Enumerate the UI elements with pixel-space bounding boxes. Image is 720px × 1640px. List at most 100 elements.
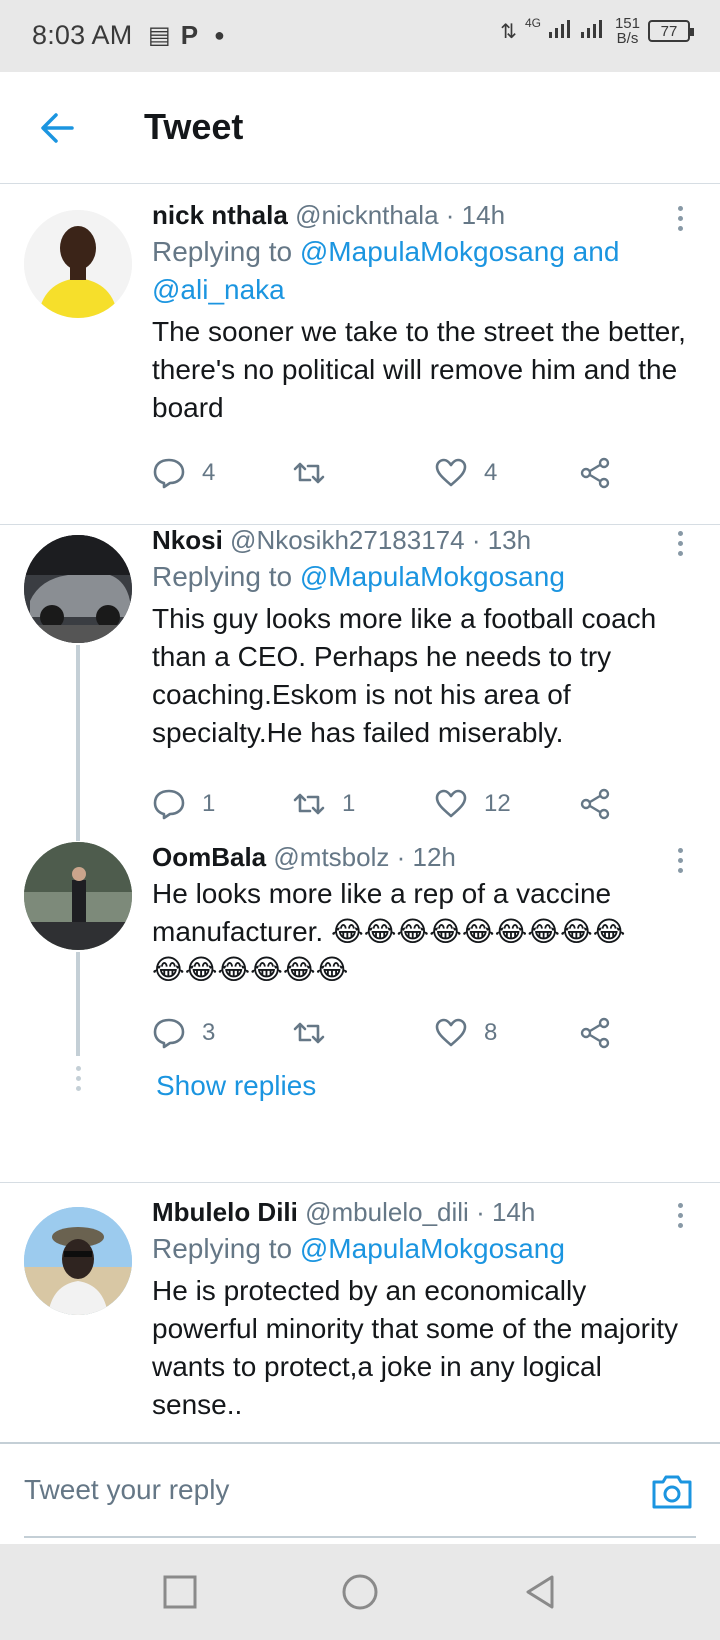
show-replies-link[interactable]: Show replies <box>156 1070 316 1102</box>
replies-feed[interactable]: nick nthala @nicknthala · 14h Replying t… <box>0 186 720 1442</box>
retweet-count: 1 <box>342 790 356 817</box>
like-button[interactable]: 4 <box>434 456 497 490</box>
tweet-time: · 12h <box>396 842 456 872</box>
share-icon <box>580 457 610 489</box>
author-name[interactable]: nick nthala <box>152 200 288 230</box>
more-notifications-dot-icon: ● <box>214 25 225 45</box>
tweet-nkosi[interactable]: Nkosi @Nkosikh27183174 · 13h Replying to… <box>0 525 720 841</box>
reply-button[interactable]: 1 <box>152 787 215 821</box>
tweet-meta: Nkosi @Nkosikh27183174 · 13h <box>152 525 696 556</box>
replying-to-label: Replying to <box>152 1233 293 1264</box>
speed-unit: B/s <box>616 30 639 47</box>
avatar[interactable] <box>24 210 132 318</box>
back-button[interactable] <box>36 106 80 150</box>
tweet-text-line: manufacturer. 😂😂😂😂😂😂😂😂😂 <box>152 916 626 947</box>
share-button[interactable] <box>578 456 612 490</box>
status-bar: 8:03 AM ▤ P ● ⇅ 4G 151 B/s 77 <box>0 0 720 72</box>
mention-link[interactable]: @MapulaMokgosang <box>300 561 565 592</box>
home-button[interactable] <box>340 1572 380 1612</box>
battery-level: 77 <box>660 22 678 40</box>
more-options-icon[interactable] <box>670 531 690 561</box>
reply-icon <box>153 1018 185 1049</box>
tweet-actions: 1 1 12 <box>152 787 622 827</box>
share-button[interactable] <box>578 787 612 821</box>
author-name[interactable]: Nkosi <box>152 525 223 555</box>
thread-line <box>76 952 80 1056</box>
author-handle[interactable]: @nicknthala <box>295 200 438 230</box>
replying-to: Replying to @MapulaMokgosang <box>152 558 696 596</box>
back-nav-button[interactable] <box>520 1572 560 1612</box>
tweet-text: This guy looks more like a football coac… <box>152 603 657 748</box>
heart-icon <box>435 789 467 818</box>
reply-count: 4 <box>202 459 216 486</box>
retweet-button[interactable] <box>292 456 342 490</box>
share-icon <box>580 788 610 820</box>
status-time: 8:03 AM <box>32 20 133 50</box>
share-button[interactable] <box>578 1016 612 1050</box>
tweet-text: He looks more like a rep of a vaccine ma… <box>152 875 696 989</box>
tweet-nicknthala[interactable]: nick nthala @nicknthala · 14h Replying t… <box>0 186 720 524</box>
tweet-text-line: He looks more like a rep of a vaccine <box>152 878 612 909</box>
like-count: 8 <box>484 1019 498 1046</box>
triangle-back-icon <box>526 1575 554 1609</box>
author-name[interactable]: Mbulelo Dili <box>152 1197 298 1227</box>
network-type: 4G <box>524 16 541 30</box>
recents-button[interactable] <box>160 1572 200 1612</box>
battery-icon: 77 <box>648 20 694 42</box>
p-app-icon: P <box>180 20 199 50</box>
mention-link[interactable]: @ali_naka <box>152 274 285 305</box>
tweet-time: · 14h <box>476 1197 536 1227</box>
camera-button[interactable] <box>650 1472 694 1512</box>
input-underline <box>24 1536 696 1538</box>
avatar[interactable] <box>24 842 132 950</box>
system-nav-bar <box>0 1544 720 1640</box>
author-handle[interactable]: @Nkosikh27183174 <box>230 525 465 555</box>
thread-continuation-dots <box>74 1066 82 1096</box>
like-button[interactable]: 12 <box>434 787 511 821</box>
tweet-mbulelodili[interactable]: Mbulelo Dili @mbulelo_dili · 14h Replyin… <box>0 1183 720 1442</box>
reply-input[interactable]: Tweet your reply <box>24 1474 229 1506</box>
heart-icon <box>435 458 467 487</box>
sim-icon: ▤ <box>148 22 171 49</box>
data-transfer-icon: ⇅ <box>500 20 517 43</box>
more-options-icon[interactable] <box>670 1203 690 1233</box>
thread-line <box>76 645 80 841</box>
reply-button[interactable]: 3 <box>152 1016 215 1050</box>
tweet-actions: 3 8 <box>152 1016 622 1056</box>
tweet-text-line: 😂😂😂😂😂😂 <box>152 954 349 985</box>
replying-to-label: Replying to <box>152 236 293 267</box>
tweet-oombala[interactable]: OomBala @mtsbolz · 12h He looks more lik… <box>0 842 720 1126</box>
arrow-left-icon <box>41 113 74 143</box>
tweet-text: He is protected by an economically power… <box>152 1275 678 1420</box>
reply-button[interactable]: 4 <box>152 456 215 490</box>
mention-link[interactable]: @MapulaMokgosang and <box>300 236 620 267</box>
share-icon <box>580 1017 610 1049</box>
author-handle[interactable]: @mbulelo_dili <box>305 1197 469 1227</box>
more-options-icon[interactable] <box>670 848 690 878</box>
replying-to: Replying to @MapulaMokgosang and @ali_na… <box>152 233 696 309</box>
avatar[interactable] <box>24 1207 132 1315</box>
like-count: 4 <box>484 459 498 486</box>
tweet-time: · 14h <box>445 200 506 230</box>
retweet-icon <box>293 793 325 815</box>
tweet-meta: nick nthala @nicknthala · 14h <box>152 200 696 231</box>
reply-count: 3 <box>202 1019 216 1046</box>
author-name[interactable]: OomBala <box>152 842 266 872</box>
retweet-icon <box>293 1022 325 1044</box>
retweet-icon <box>293 462 325 484</box>
retweet-button[interactable] <box>292 1016 342 1050</box>
mention-link[interactable]: @MapulaMokgosang <box>300 1233 565 1264</box>
replying-to-label: Replying to <box>152 561 293 592</box>
more-options-icon[interactable] <box>670 206 690 236</box>
status-right: ⇅ 4G 151 B/s 77 <box>500 16 694 47</box>
like-button[interactable]: 8 <box>434 1016 497 1050</box>
tweet-actions: 4 4 <box>152 456 622 496</box>
heart-icon <box>435 1018 467 1047</box>
author-handle[interactable]: @mtsbolz <box>273 842 389 872</box>
camera-icon <box>652 1475 692 1509</box>
avatar[interactable] <box>24 535 132 643</box>
tweet-meta: Mbulelo Dili @mbulelo_dili · 14h <box>152 1197 696 1228</box>
tweet-text: The sooner we take to the street the bet… <box>152 316 686 423</box>
square-icon <box>163 1575 197 1609</box>
retweet-button[interactable]: 1 <box>292 787 355 821</box>
